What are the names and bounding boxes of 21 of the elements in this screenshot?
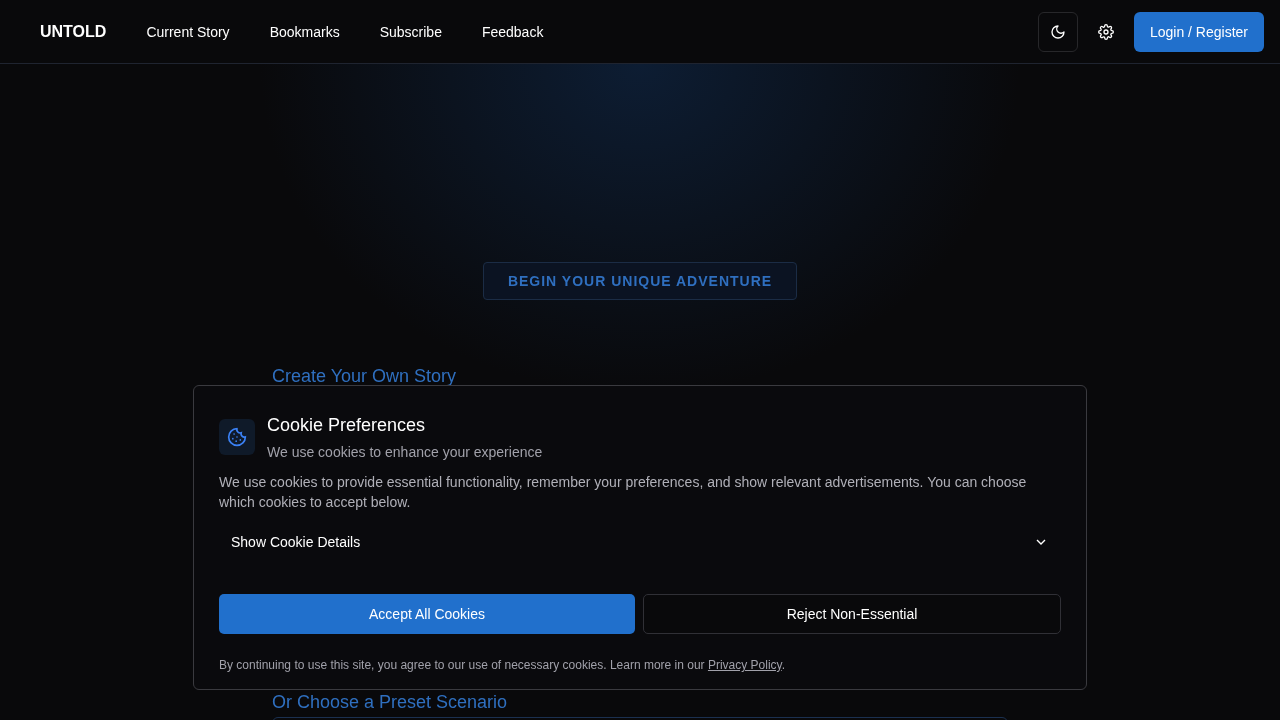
site-logo[interactable]: UNTOLD <box>40 22 107 41</box>
nav-link[interactable]: Bookmarks <box>269 23 340 40</box>
login-button[interactable]: Login / Register <box>1133 11 1264 52</box>
cookie-details-toggle[interactable]: Show Cookie Details <box>219 524 1061 560</box>
nav-link[interactable]: Feedback <box>481 23 544 40</box>
dialog-description: We use cookies to provide essential functionality, remember your preferences, and show relevant advertisements. You can choose which cookies to accept below. <box>219 473 1028 512</box>
nav-link[interactable]: Subscribe <box>379 23 442 40</box>
reject-button[interactable]: Reject Non-Essential <box>643 594 1061 634</box>
section-heading: Or Choose a Preset Scenario <box>272 692 509 713</box>
theme-toggle-button[interactable] <box>1037 11 1078 52</box>
accept-button[interactable]: Accept All Cookies <box>219 594 635 634</box>
settings-icon <box>1097 23 1114 40</box>
dialog-title: Cookie Preferences <box>267 414 427 437</box>
cookie-icon <box>219 419 255 455</box>
moon-icon <box>1049 23 1066 40</box>
hero-badge: BEGIN YOUR UNIQUE ADVENTURE <box>482 262 798 300</box>
dialog-subtitle: We use cookies to enhance your experience <box>267 444 543 460</box>
privacy-policy-link[interactable]: Privacy Policy <box>707 658 782 672</box>
nav-link[interactable]: Current Story <box>146 23 230 40</box>
consent-note: By continuing to use this site, you agree to our use of necessary cookies. Learn more in our Privacy Policy. <box>219 658 787 672</box>
section-heading: Create Your Own Story <box>272 366 458 387</box>
